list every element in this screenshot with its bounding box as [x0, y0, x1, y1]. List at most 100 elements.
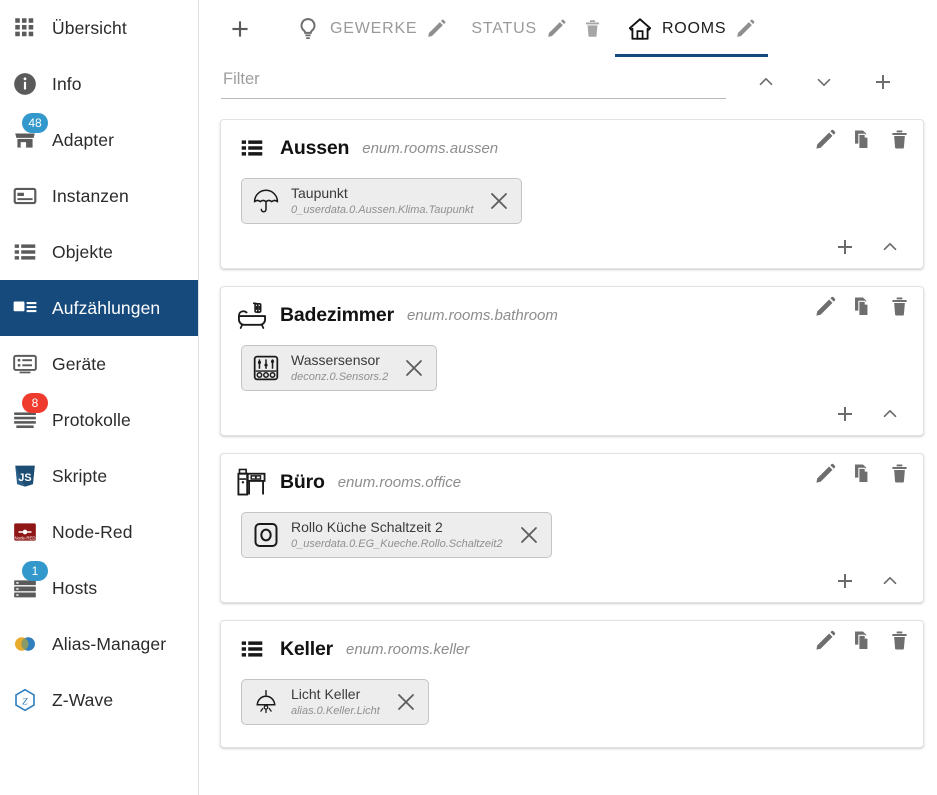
enum-member-text: Rollo Küche Schaltzeit 2 0_userdata.0.EG_…	[291, 519, 503, 550]
tab-edit-button[interactable]	[426, 18, 447, 39]
remove-member-icon[interactable]	[398, 356, 426, 380]
copy-enum-button[interactable]	[851, 128, 874, 151]
sidebar-item-hosts[interactable]: 1 Hosts	[0, 560, 198, 616]
edit-enum-button[interactable]	[814, 462, 837, 485]
enum-card: Büro enum.rooms.office Rollo Küche Schaltz…	[220, 453, 924, 603]
enum-card-header: Badezimmer enum.rooms.bathroom	[235, 298, 909, 332]
sidebar-item--bersicht[interactable]: Übersicht	[0, 0, 198, 56]
sidebar-item-z-wave[interactable]: Z Z-Wave	[0, 672, 198, 728]
enum-tabbar: GEWERKE STATUS ROOMS	[199, 0, 937, 57]
remove-member-icon[interactable]	[483, 189, 511, 213]
filter-field-wrapper	[221, 65, 726, 107]
enum-card-footer	[235, 401, 909, 427]
enum-card-actions	[814, 629, 911, 652]
sidebar: Übersicht Info 48 Adapter Instanzen Objekte Au…	[0, 0, 199, 795]
copy-enum-button[interactable]	[851, 629, 874, 652]
devices-icon	[10, 349, 40, 379]
add-enum-button[interactable]	[871, 70, 895, 94]
delete-enum-button[interactable]	[888, 629, 911, 652]
expand-all-button[interactable]	[813, 71, 835, 93]
sidebar-item-protokolle[interactable]: 8 Protokolle	[0, 392, 198, 448]
tab-rooms[interactable]: ROOMS	[614, 0, 769, 57]
sidebar-item-label: Alias-Manager	[52, 633, 167, 654]
enum-name: Büro	[280, 470, 325, 493]
enum-card-actions	[814, 462, 911, 485]
enum-member-text: Wassersensor deconz.0.Sensors.2	[291, 352, 388, 383]
add-member-button[interactable]	[833, 569, 857, 593]
enum-name: Aussen	[280, 136, 350, 159]
desk-icon	[235, 465, 269, 499]
tab-status[interactable]: STATUS	[459, 0, 615, 57]
enum-member-title: Wassersensor	[291, 352, 380, 368]
sidebar-item-alias-manager[interactable]: Alias-Manager	[0, 616, 198, 672]
filter-actions	[726, 65, 915, 99]
delete-enum-button[interactable]	[888, 128, 911, 151]
tab-gewerke[interactable]: GEWERKE	[283, 0, 459, 57]
info-icon	[10, 69, 40, 99]
svg-text:Z: Z	[22, 696, 28, 707]
enum-member-chip[interactable]: Rollo Küche Schaltzeit 2 0_userdata.0.EG_…	[241, 512, 552, 558]
remove-member-icon[interactable]	[513, 523, 541, 547]
button-icon	[251, 520, 281, 550]
lightbulb-icon	[295, 16, 321, 42]
copy-enum-button[interactable]	[851, 295, 874, 318]
zwave-icon: Z	[10, 685, 40, 715]
tab-edit-button[interactable]	[546, 18, 567, 39]
delete-enum-button[interactable]	[888, 462, 911, 485]
enum-member-id: 0_userdata.0.Aussen.Klima.Taupunkt	[291, 203, 474, 216]
copy-enum-button[interactable]	[851, 462, 874, 485]
sidebar-badge: 8	[22, 393, 48, 413]
sidebar-item-info[interactable]: Info	[0, 56, 198, 112]
sidebar-item-label: Hosts	[52, 577, 98, 598]
collapse-card-button[interactable]	[879, 570, 901, 592]
umbrella-icon	[251, 186, 281, 216]
sidebar-item-label: Node-Red	[52, 521, 133, 542]
tab-edit-button[interactable]	[735, 18, 756, 39]
enum-member-id: 0_userdata.0.EG_Kueche.Rollo.Schaltzeit2	[291, 537, 503, 550]
svg-text:JS: JS	[18, 472, 31, 484]
edit-enum-button[interactable]	[814, 128, 837, 151]
edit-enum-button[interactable]	[814, 629, 837, 652]
sliders-icon	[251, 353, 281, 383]
add-member-button[interactable]	[833, 235, 857, 259]
lamp-icon	[251, 687, 281, 717]
sidebar-item-label: Instanzen	[52, 185, 129, 206]
sidebar-item-ger-te[interactable]: Geräte	[0, 336, 198, 392]
enum-card-footer	[235, 568, 909, 594]
edit-enum-button[interactable]	[814, 295, 837, 318]
sidebar-item-label: Z-Wave	[52, 689, 114, 710]
sidebar-item-label: Skripte	[52, 465, 108, 486]
delete-enum-button[interactable]	[888, 295, 911, 318]
tab-label: GEWERKE	[330, 19, 418, 37]
collapse-card-button[interactable]	[879, 403, 901, 425]
sidebar-item-objekte[interactable]: Objekte	[0, 224, 198, 280]
sidebar-item-label: Übersicht	[52, 17, 127, 38]
list-icon	[235, 632, 269, 666]
enum-member-chip[interactable]: Licht Keller alias.0.Keller.Licht	[241, 679, 429, 725]
sidebar-item-node-red[interactable]: Node-RED Node-Red	[0, 504, 198, 560]
filter-input[interactable]	[221, 65, 726, 99]
sidebar-item-instanzen[interactable]: Instanzen	[0, 168, 198, 224]
collapse-all-button[interactable]	[755, 71, 777, 93]
sidebar-item-aufz-hlungen[interactable]: Aufzählungen	[0, 280, 198, 336]
add-member-button[interactable]	[833, 402, 857, 426]
enum-card-header: Büro enum.rooms.office	[235, 465, 909, 499]
main-content: GEWERKE STATUS ROOMS Aussen enum.rooms.auss…	[199, 0, 937, 795]
sidebar-item-adapter[interactable]: 48 Adapter	[0, 112, 198, 168]
remove-member-icon[interactable]	[390, 690, 418, 714]
enum-member-chip[interactable]: Wassersensor deconz.0.Sensors.2	[241, 345, 438, 391]
tab-delete-button[interactable]	[582, 18, 603, 39]
sidebar-item-skripte[interactable]: JS Skripte	[0, 448, 198, 504]
tab-label: ROOMS	[661, 19, 727, 37]
sidebar-item-label: Objekte	[52, 241, 114, 262]
enum-member-title: Rollo Küche Schaltzeit 2	[291, 519, 443, 535]
enum-member-chip[interactable]: Taupunkt 0_userdata.0.Aussen.Klima.Taupun…	[241, 178, 523, 224]
enum-card: Aussen enum.rooms.aussen Taupunkt 0_userdat…	[220, 119, 924, 269]
collapse-card-button[interactable]	[879, 236, 901, 258]
enum-name: Badezimmer	[280, 303, 394, 326]
logs-icon: 8	[10, 393, 48, 435]
add-enum-category-button[interactable]	[227, 16, 253, 42]
node-red-icon: Node-RED	[10, 517, 40, 547]
enum-id: enum.rooms.aussen	[362, 139, 499, 157]
instances-icon	[10, 181, 40, 211]
